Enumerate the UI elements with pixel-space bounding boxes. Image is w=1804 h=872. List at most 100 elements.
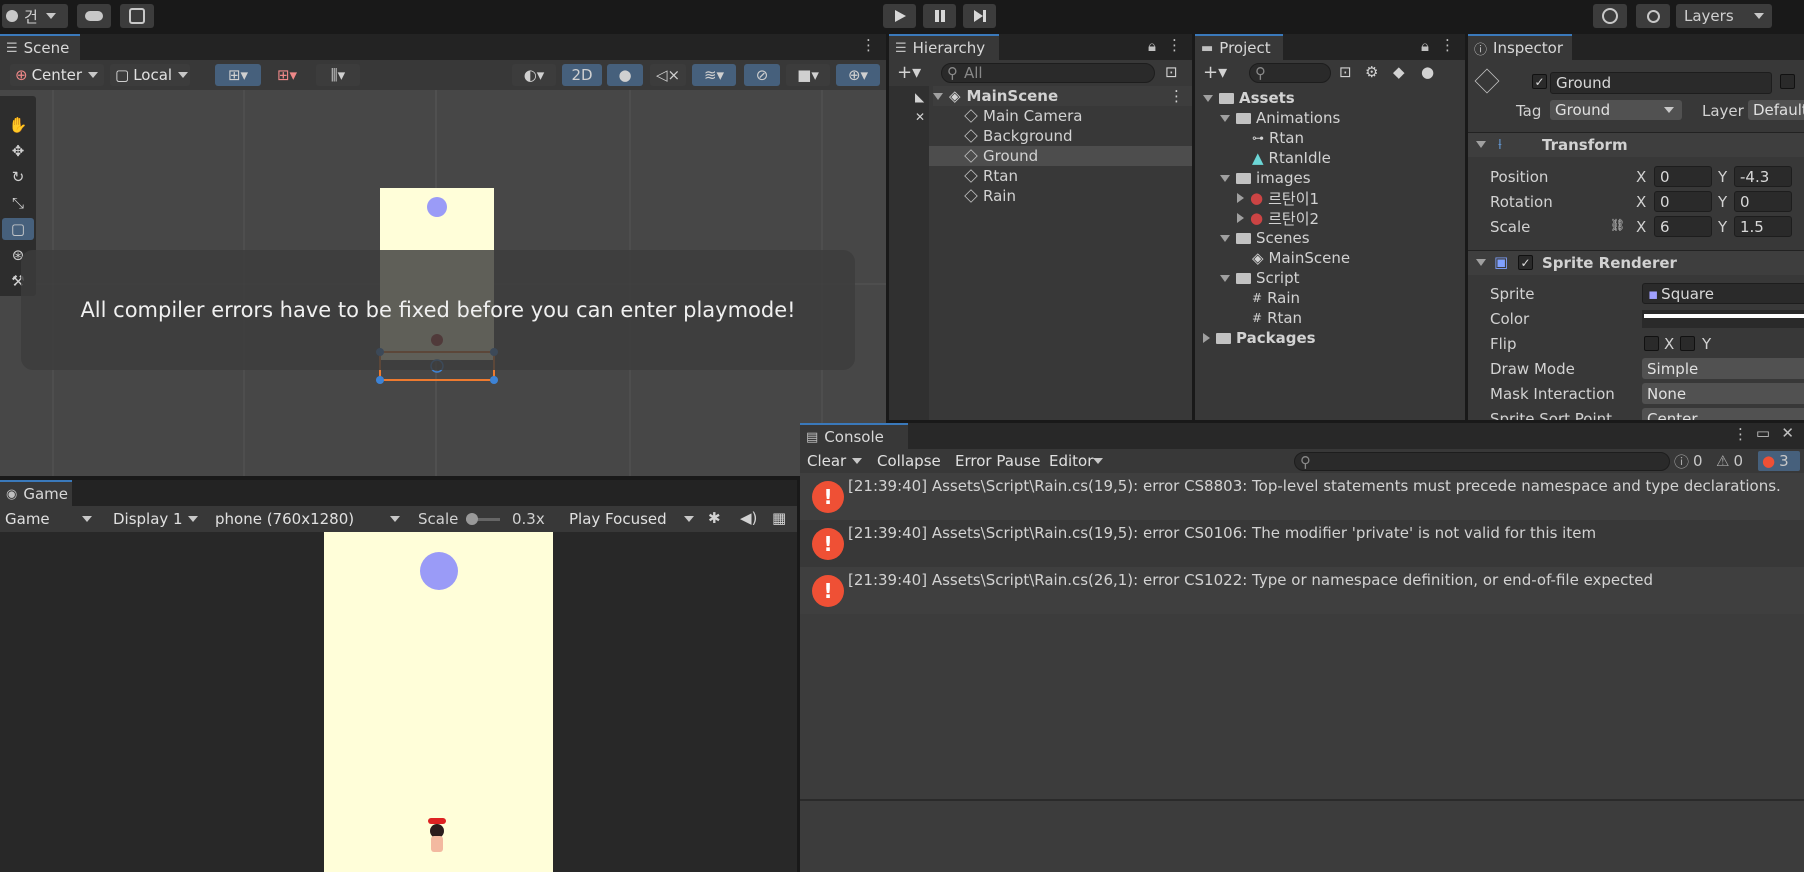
flip-y-checkbox[interactable] (1680, 336, 1695, 351)
info-filter-toggle[interactable]: ⓘ 0 (1674, 451, 1714, 471)
more-icon[interactable]: ⋮ (1733, 425, 1748, 443)
collapse-button[interactable]: Collapse (872, 451, 946, 471)
search-options-icon[interactable]: ⊡ (1165, 63, 1178, 81)
console-search-input[interactable]: ⚲ (1294, 452, 1670, 471)
scale-slider-thumb[interactable] (466, 513, 478, 525)
lighting-button[interactable]: ● (607, 64, 643, 86)
rotation-y-field[interactable]: 0 (1734, 191, 1792, 212)
game-view[interactable] (324, 532, 553, 872)
maximize-icon[interactable]: ▭ (1756, 424, 1770, 442)
active-checkbox[interactable]: ✓ (1532, 74, 1547, 89)
ruler-button[interactable]: ⫼▾ (316, 64, 360, 86)
cloud-button[interactable] (77, 4, 111, 28)
view-dropdown[interactable]: Game (0, 508, 100, 530)
console-entry[interactable]: ! [21:39:40] Assets\Script\Rain.cs(26,1)… (800, 567, 1804, 614)
project-folder[interactable]: Script (1220, 268, 1465, 288)
project-file[interactable]: ◈ MainScene (1252, 248, 1465, 268)
console-entry[interactable]: ! [21:39:40] Assets\Script\Rain.cs(19,5)… (800, 473, 1804, 520)
resolution-dropdown[interactable]: phone (760x1280) (210, 508, 408, 530)
sprite-field[interactable]: ▪ Square (1642, 283, 1804, 304)
hierarchy-item-selected[interactable]: Ground (929, 146, 1192, 166)
error-filter-toggle[interactable]: ● 3 (1758, 451, 1800, 471)
display-dropdown[interactable]: Display 1 (108, 508, 206, 530)
more-icon[interactable]: ⋮ (861, 36, 876, 54)
project-folder[interactable]: images (1220, 168, 1465, 188)
snap-increment-button[interactable]: ⊞▾ (265, 64, 309, 86)
rotate-tool[interactable]: ↻ (2, 166, 34, 188)
audio-button[interactable]: ◁× (650, 64, 686, 86)
object-name-field[interactable]: Ground (1550, 72, 1772, 94)
filter-type-icon[interactable]: ⚙ (1365, 63, 1378, 81)
transform-header[interactable]: ⟊ Transform (1468, 132, 1804, 157)
scale-slider[interactable] (466, 513, 500, 525)
visibility-button[interactable]: ⊘ (744, 64, 780, 86)
scene-viewport[interactable]: ✋ ✥ ↻ ⤡ ▢ ⊛ ⚒ All compiler errors have t… (0, 90, 886, 476)
scale-tool[interactable]: ⤡ (2, 192, 34, 214)
clear-button[interactable]: Clear (802, 451, 866, 471)
audio-icon[interactable]: ◀) (740, 509, 757, 527)
move-tool[interactable]: ✥ (2, 140, 34, 162)
tab-game[interactable]: ◉ Game (0, 480, 72, 506)
grid-snap-button[interactable]: ⊞▾ (215, 64, 261, 86)
tab-scene[interactable]: ☰ Scene (0, 34, 80, 60)
layers-dropdown[interactable]: Layers (1676, 4, 1772, 28)
tag-dropdown[interactable]: Ground (1550, 100, 1682, 120)
hierarchy-item[interactable]: Main Camera (964, 106, 1192, 126)
pivot-dropdown[interactable]: ⊕ Center (10, 64, 104, 86)
position-y-field[interactable]: -4.3 (1734, 166, 1792, 187)
more-icon[interactable]: ⋮ (1169, 87, 1184, 105)
color-field[interactable] (1642, 310, 1804, 328)
mask-interaction-dropdown[interactable]: None (1642, 383, 1804, 404)
mode-2d-button[interactable]: 2D (562, 64, 602, 86)
scale-y-field[interactable]: 1.5 (1734, 216, 1792, 237)
account-dropdown[interactable]: 건 (2, 4, 68, 28)
search-options-icon[interactable]: ⊡ (1339, 63, 1352, 81)
more-icon[interactable]: ⋮ (1440, 36, 1455, 54)
project-search-input[interactable]: ⚲ (1249, 63, 1331, 83)
constrain-proportions-icon[interactable]: ⛓ (1610, 218, 1625, 232)
hierarchy-item[interactable]: Background (964, 126, 1192, 146)
gizmos-button[interactable]: ⊕▾ (836, 64, 880, 86)
static-checkbox[interactable] (1780, 74, 1795, 89)
label-icon[interactable]: ◆ (1393, 63, 1405, 81)
warning-filter-icon[interactable]: ● (1421, 63, 1434, 81)
rotation-x-field[interactable]: 0 (1654, 191, 1712, 212)
lock-icon[interactable]: 🔒︎ (1421, 37, 1429, 55)
project-folder[interactable]: Scenes (1220, 228, 1465, 248)
close-icon[interactable]: ✕ (1781, 424, 1794, 442)
camera-button[interactable]: ■▾ (786, 64, 830, 86)
add-icon[interactable]: +▾ (897, 62, 921, 83)
draw-mode-button[interactable]: ◐▾ (512, 64, 556, 86)
project-assets-row[interactable]: Assets (1203, 88, 1465, 108)
project-file[interactable]: ⊶ Rtan (1252, 128, 1465, 148)
hierarchy-item[interactable]: Rain (964, 186, 1192, 206)
editor-dropdown[interactable]: Editor (1044, 451, 1106, 471)
project-file[interactable]: ● 르탄이2 (1237, 208, 1465, 228)
hierarchy-scene-row[interactable]: ◈ MainScene ⋮ (933, 86, 1192, 106)
play-button[interactable] (883, 4, 916, 28)
position-x-field[interactable]: 0 (1654, 166, 1712, 187)
add-icon[interactable]: +▾ (1203, 62, 1227, 83)
hierarchy-search-input[interactable]: ⚲ All (941, 63, 1155, 83)
more-icon[interactable]: ⋮ (1167, 36, 1182, 54)
project-file[interactable]: ▲ RtanIdle (1252, 148, 1465, 168)
warning-filter-toggle[interactable]: ⚠ 0 (1716, 451, 1756, 471)
space-dropdown[interactable]: ▢ Local (110, 64, 190, 86)
collab-button[interactable] (120, 4, 154, 28)
project-folder[interactable]: Animations (1220, 108, 1465, 128)
tab-hierarchy[interactable]: ☰ Hierarchy (889, 34, 999, 60)
scale-x-field[interactable]: 6 (1654, 216, 1712, 237)
sprite-renderer-enabled-checkbox[interactable]: ✓ (1518, 255, 1533, 270)
hand-tool[interactable]: ✋ (2, 114, 34, 136)
project-file[interactable]: # Rtan (1252, 308, 1465, 328)
project-file[interactable]: # Rain (1252, 288, 1465, 308)
tab-console[interactable]: ▤ Console (800, 423, 908, 449)
stats-icon[interactable]: ▦ (772, 509, 786, 527)
sort-point-dropdown[interactable]: Center (1642, 408, 1804, 420)
layer-dropdown[interactable]: Default (1748, 100, 1804, 120)
project-file[interactable]: ● 르탄이1 (1237, 188, 1465, 208)
effects-button[interactable]: ≋▾ (692, 64, 736, 86)
error-pause-button[interactable]: Error Pause (950, 451, 1042, 471)
history-button[interactable] (1593, 4, 1627, 28)
play-focused-dropdown[interactable]: Play Focused (564, 508, 702, 530)
